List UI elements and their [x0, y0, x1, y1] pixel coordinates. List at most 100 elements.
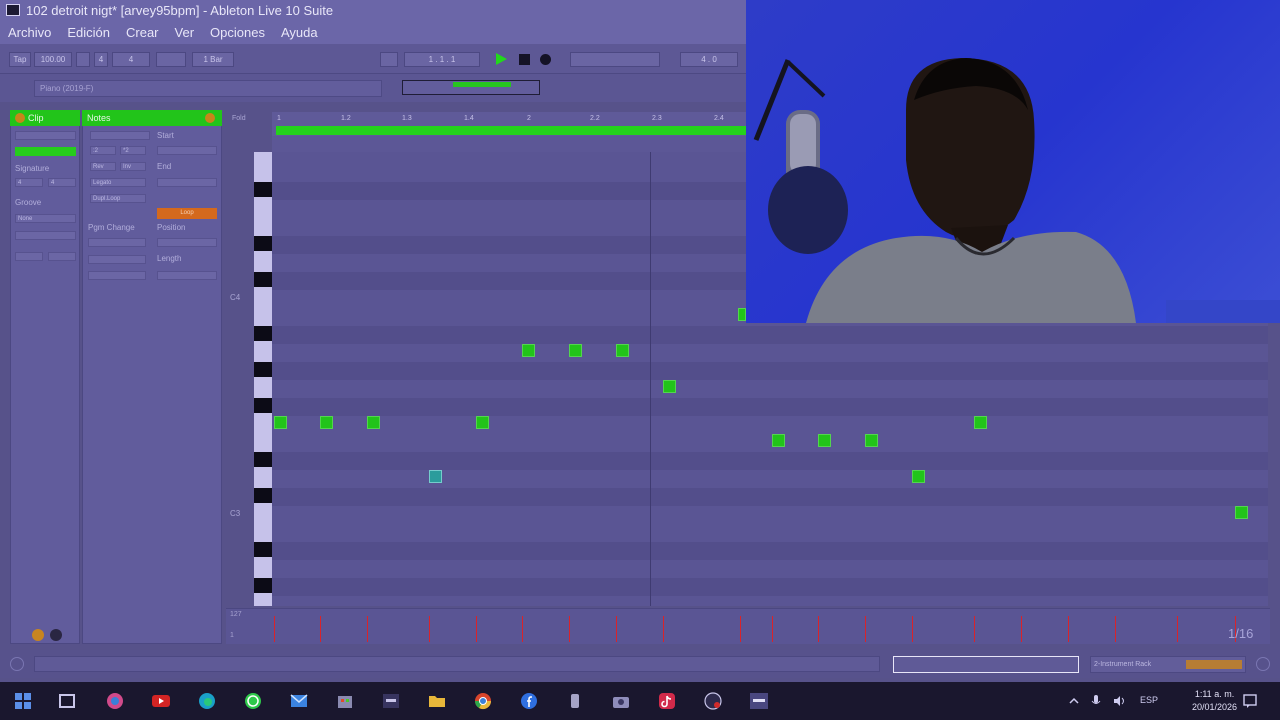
mail-icon[interactable] — [289, 691, 309, 711]
midi-note[interactable] — [912, 470, 925, 483]
notes-close-icon[interactable] — [205, 113, 215, 123]
velocity-marker[interactable] — [476, 616, 477, 642]
velocity-marker[interactable] — [274, 616, 275, 642]
midi-note[interactable] — [1235, 506, 1248, 519]
clip-signature-num[interactable]: 4 — [15, 178, 43, 187]
chrome-icon[interactable] — [473, 691, 493, 711]
taskbar-clock[interactable]: 1:11 a. m. 20/01/2026 — [1192, 688, 1237, 714]
notifications-icon[interactable] — [1242, 693, 1258, 709]
clip-name-field[interactable] — [15, 131, 76, 140]
automation-buttons[interactable] — [570, 52, 660, 67]
black-key[interactable] — [254, 236, 272, 251]
usb-icon[interactable] — [565, 691, 585, 711]
clip-box-toggle-icon[interactable] — [32, 629, 44, 641]
velocity-marker[interactable] — [865, 616, 866, 642]
length-field[interactable] — [157, 271, 217, 280]
tap-button[interactable]: Tap — [9, 52, 31, 67]
menu-edicion[interactable]: Edición — [67, 25, 110, 40]
menu-archivo[interactable]: Archivo — [8, 25, 51, 40]
midi-note-selected[interactable] — [429, 470, 442, 483]
clip-color-select[interactable] — [15, 147, 76, 156]
black-key[interactable] — [254, 488, 272, 503]
tray-chevron-icon[interactable] — [1068, 695, 1080, 707]
clip-button-a[interactable] — [15, 252, 43, 261]
midi-note[interactable] — [522, 344, 535, 357]
black-key[interactable] — [254, 578, 272, 593]
midi-note[interactable] — [476, 416, 489, 429]
duplicate-loop-button[interactable]: Dupl.Loop — [90, 194, 146, 203]
piano-keyboard[interactable] — [254, 152, 272, 606]
store-icon[interactable] — [335, 691, 355, 711]
facebook-icon[interactable] — [519, 691, 539, 711]
metronome-toggle[interactable] — [76, 52, 90, 67]
legato-button[interactable]: Legato — [90, 178, 146, 187]
velocity-marker[interactable] — [1021, 616, 1022, 642]
menu-crear[interactable]: Crear — [126, 25, 159, 40]
youtube-icon[interactable] — [151, 691, 171, 711]
tiktok-icon[interactable] — [657, 691, 677, 711]
velocity-marker[interactable] — [912, 616, 913, 642]
notes-header[interactable]: Notes — [82, 110, 222, 126]
midi-note[interactable] — [818, 434, 831, 447]
microphone-icon[interactable] — [1090, 694, 1102, 708]
midi-note[interactable] — [367, 416, 380, 429]
midi-note[interactable] — [974, 416, 987, 429]
black-key[interactable] — [254, 398, 272, 413]
menu-ver[interactable]: Ver — [175, 25, 195, 40]
notes-div2-button[interactable]: :2 — [90, 146, 116, 155]
velocity-marker[interactable] — [1115, 616, 1116, 642]
ableton-icon[interactable] — [381, 691, 401, 711]
black-key[interactable] — [254, 326, 272, 341]
overview-scroller[interactable] — [402, 80, 540, 95]
bank-field[interactable] — [88, 238, 146, 247]
black-key[interactable] — [254, 272, 272, 287]
position-field[interactable]: 1 . 1 . 1 — [404, 52, 480, 67]
velocity-marker[interactable] — [1068, 616, 1069, 642]
loop-toggle-button[interactable]: Loop — [157, 208, 217, 219]
notes-button-1[interactable] — [90, 131, 150, 140]
velocity-marker[interactable] — [367, 616, 368, 642]
copilot-icon[interactable] — [105, 691, 125, 711]
velocity-marker[interactable] — [320, 616, 321, 642]
midi-note[interactable] — [274, 416, 287, 429]
midi-note[interactable] — [738, 308, 746, 321]
velocity-marker[interactable] — [740, 616, 741, 642]
play-button[interactable] — [496, 53, 507, 65]
black-key[interactable] — [254, 362, 272, 377]
scrub-area[interactable] — [272, 136, 746, 152]
stop-button[interactable] — [519, 54, 530, 65]
clip-button-b[interactable] — [48, 252, 76, 261]
groove-select[interactable]: None — [15, 214, 76, 223]
windows-start-icon[interactable] — [13, 691, 33, 711]
velocity-marker[interactable] — [616, 616, 617, 642]
record-button[interactable] — [540, 54, 551, 65]
device-view-toggle-icon[interactable] — [1256, 657, 1270, 671]
velocity-marker[interactable] — [429, 616, 430, 642]
edge-icon[interactable] — [197, 691, 217, 711]
end-field[interactable] — [157, 178, 217, 187]
info-toggle-icon[interactable] — [10, 657, 24, 671]
velocity-marker[interactable] — [522, 616, 523, 642]
whatsapp-icon[interactable] — [243, 691, 263, 711]
record-mode-button[interactable] — [156, 52, 186, 67]
position-field-clip[interactable] — [157, 238, 217, 247]
midi-note[interactable] — [772, 434, 785, 447]
invert-button[interactable]: Inv — [120, 162, 146, 171]
tempo-field[interactable]: 100.00 — [34, 52, 72, 67]
pgm-field[interactable] — [88, 271, 146, 280]
fold-button[interactable]: Fold — [232, 115, 246, 122]
language-indicator[interactable]: ESP — [1140, 695, 1158, 705]
velocity-marker[interactable] — [663, 616, 664, 642]
velocity-marker[interactable] — [569, 616, 570, 642]
midi-note[interactable] — [616, 344, 629, 357]
velocity-editor[interactable] — [226, 608, 1270, 644]
velocity-marker[interactable] — [1177, 616, 1178, 642]
signature-den-field[interactable]: 4 — [112, 52, 150, 67]
menu-opciones[interactable]: Opciones — [210, 25, 265, 40]
velocity-marker[interactable] — [818, 616, 819, 642]
loop-end-field[interactable]: 4 . 0 — [680, 52, 738, 67]
velocity-marker[interactable] — [974, 616, 975, 642]
camera-icon[interactable] — [611, 691, 631, 711]
ableton-active-icon[interactable] — [749, 691, 769, 711]
overview-search-field[interactable]: Piano (2019-F) — [34, 80, 382, 97]
